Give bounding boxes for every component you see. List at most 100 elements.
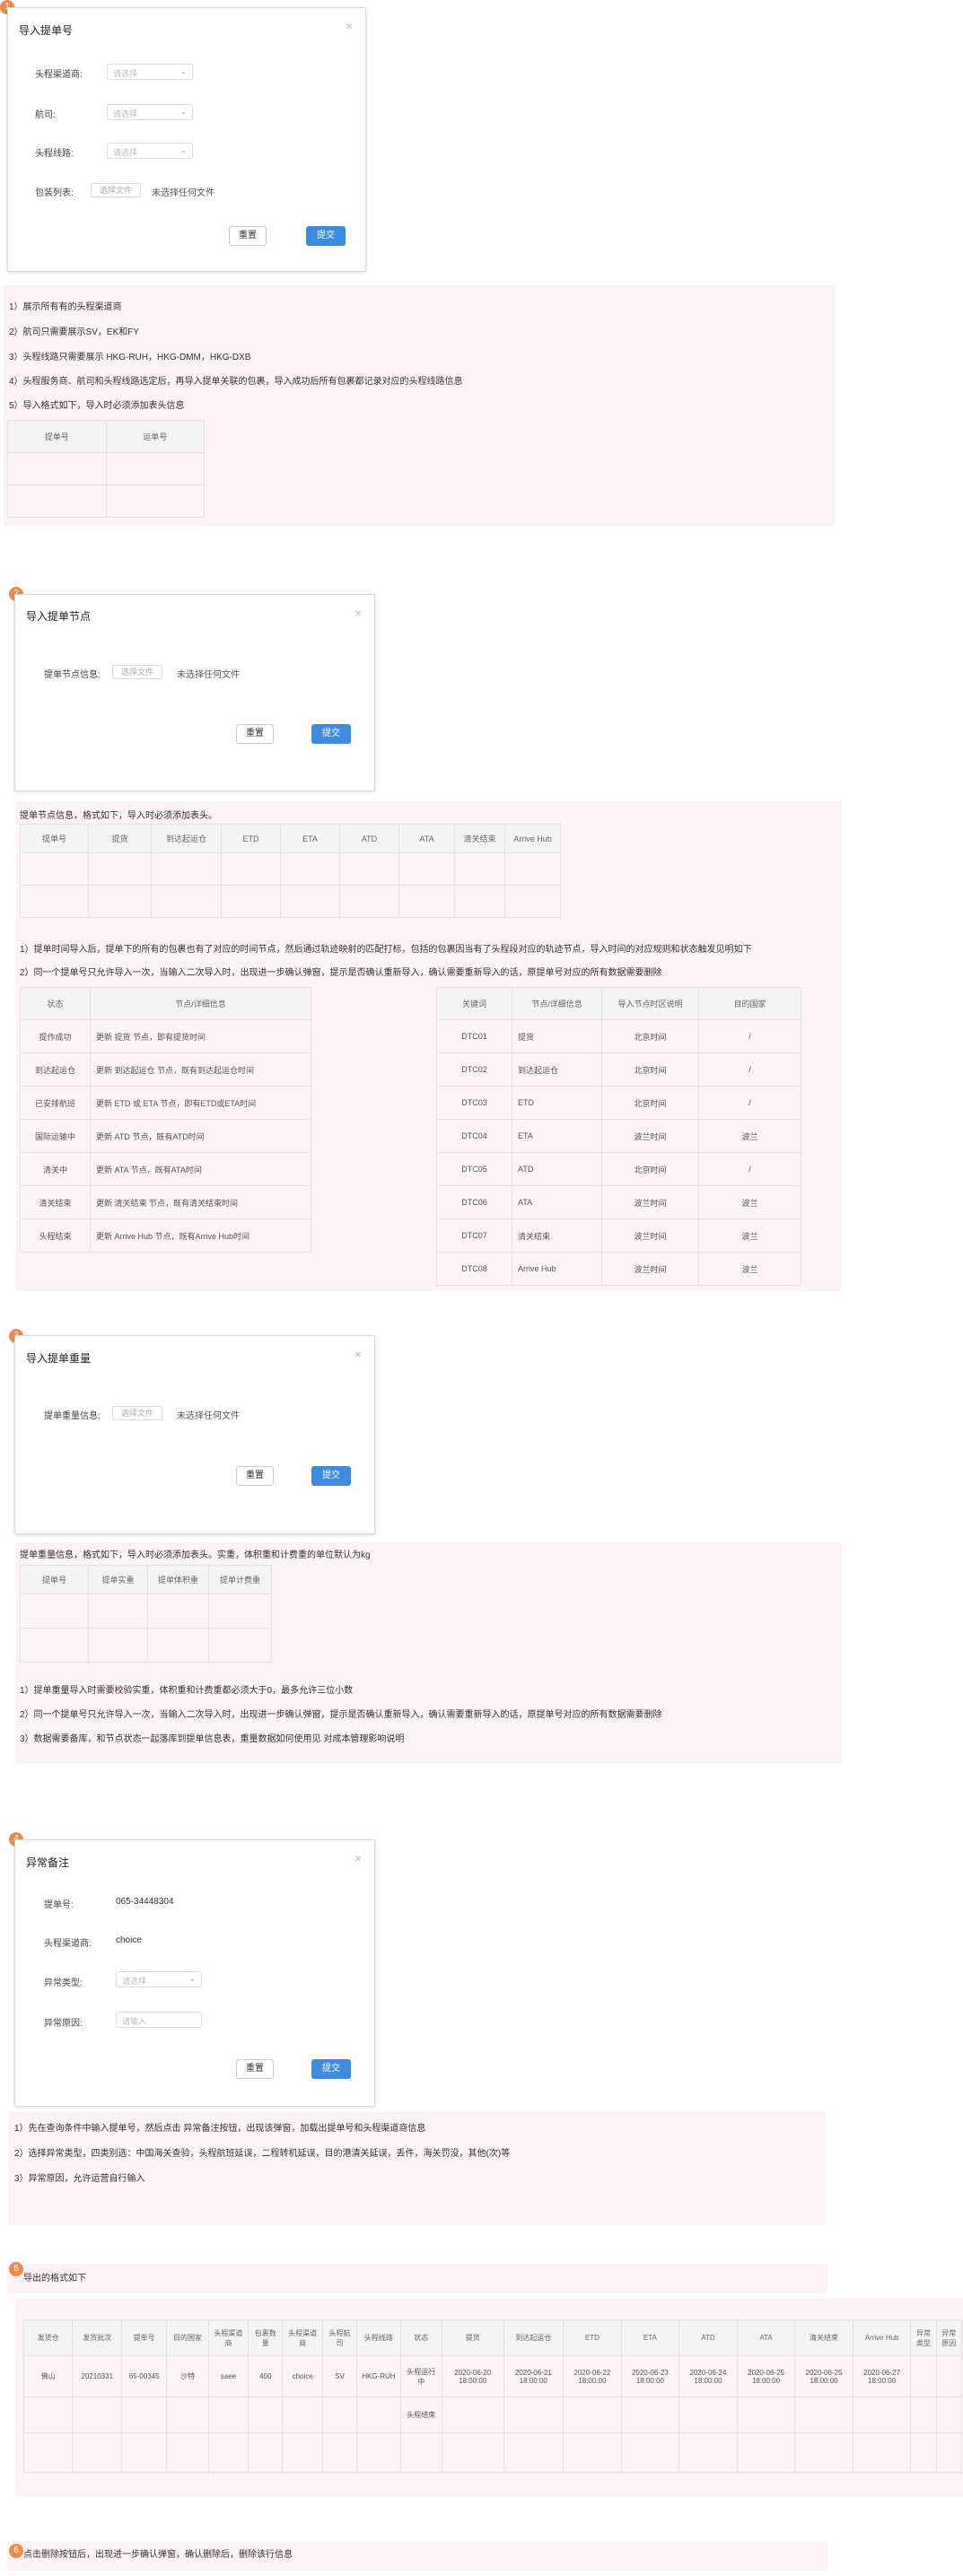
- table-header: ETD: [221, 824, 281, 853]
- table-cell: 2020-06-25 18:00:00: [794, 2355, 854, 2397]
- table-header: 到达起运仓: [503, 2319, 565, 2356]
- table-header: 提单号: [7, 420, 107, 453]
- table-cell: 头程运行中: [399, 2355, 442, 2397]
- table-cell: /: [698, 1152, 801, 1186]
- table-cell: 2020-06-20 18:00:00: [441, 2355, 504, 2397]
- table-cell: 2020-06-24 18:00:00: [678, 2355, 738, 2397]
- section-intro: 提单重量信息，格式如下，导入时必须添加表头。实重，体积重和计费重的单位默认为kg: [20, 1550, 371, 1560]
- dialog-title: 异常备注: [26, 1856, 70, 1869]
- table-cell: 头程结束: [20, 1218, 91, 1253]
- note: 3）头程线路只需要展示 HKG-RUH，HKG-DMM，HKG-DXB: [9, 353, 251, 362]
- file-status: 未选择任何文件: [177, 1411, 240, 1421]
- airline-select[interactable]: 请选择 ⌄: [107, 104, 193, 120]
- table-cell: 更新 Arrive Hub 节点，既有Arrive Hub时间: [90, 1218, 311, 1253]
- table-cell: 波兰: [698, 1185, 801, 1219]
- table-cell: Arrive Hub: [512, 1252, 602, 1286]
- table-cell: 2020-06-23 18:00:00: [620, 2355, 680, 2397]
- table-header: 状态: [399, 2319, 442, 2356]
- table-cell: 更新 ETD 或 ETA 节点，即有ETD或ETA时间: [90, 1086, 311, 1120]
- route-label: 头程线路:: [35, 149, 74, 159]
- table-cell: 更新 到达起运仓 节点，既有到达起运仓时间: [90, 1052, 311, 1087]
- table-cell: 北京时间: [601, 1152, 699, 1186]
- note: 2）航司只需要展示SV，EK和FY: [9, 327, 140, 337]
- table-header: ATD: [678, 2319, 738, 2356]
- table-cell: DTC01: [436, 1019, 512, 1053]
- choose-file-button[interactable]: 选择文件: [112, 1406, 162, 1420]
- table-cell: 已安排航班: [20, 1086, 91, 1120]
- table-header: Arrive Hub: [852, 2319, 912, 2356]
- close-icon[interactable]: ×: [355, 1851, 362, 1865]
- table-header: 目的国家: [698, 987, 801, 1020]
- status-mapping-table: 状态 节点/详细信息 提作成功 更新 提货 节点，即有提货时间 到达起运仓 更新 到达…: [20, 987, 311, 1253]
- table-cell: DTC05: [436, 1152, 512, 1186]
- choose-file-button[interactable]: 选择文件: [112, 665, 162, 679]
- table-header: 提单计费重: [208, 1565, 272, 1594]
- table-cell: choice: [282, 2355, 323, 2397]
- node-code-table: 关键词 节点/详细信息 导入节点时区说明 目的国家 DTC01 提货 北京时间 / D…: [436, 987, 801, 1286]
- table-header: 到达起运仓: [151, 824, 222, 853]
- table-header: 发货仓: [22, 2319, 74, 2356]
- table-cell: ATA: [512, 1185, 602, 1219]
- import-bill-dialog: 导入提单号 × 头程渠道商: 请选择 ⌄ 航司: 请选择 ⌄ 头程线路: 请选择 ⌄ …: [7, 7, 366, 272]
- exception-type-select[interactable]: 请选择 ⌄: [116, 1971, 202, 1987]
- reset-button[interactable]: 重置: [229, 226, 267, 246]
- table-header: 清关结束: [794, 2319, 854, 2356]
- table-cell: 2020-06-27 18:00:00: [852, 2355, 912, 2397]
- exception-reason-label: 异常原因:: [44, 2019, 83, 2029]
- table-cell: 更新 ATA 节点，既有ATA时间: [90, 1152, 311, 1186]
- weight-template-table: 提单号 提单实重 提单体积重 提单计费重: [20, 1565, 272, 1663]
- table-header: 提单号: [20, 824, 89, 853]
- table-cell: /: [698, 1052, 801, 1087]
- table-cell: 波兰时间: [601, 1218, 699, 1253]
- table-cell: 国际运输中: [20, 1119, 91, 1153]
- table-cell: SV: [321, 2355, 358, 2397]
- channel-value: choice: [116, 1935, 142, 1945]
- table-header: 头程线路: [356, 2319, 401, 2356]
- chevron-down-icon: ⌄: [179, 66, 187, 75]
- route-select[interactable]: 请选择 ⌄: [107, 143, 193, 159]
- table-cell: 到达起运仓: [20, 1052, 91, 1087]
- table-cell: 更新 ATD 节点，既有ATD时间: [90, 1119, 311, 1153]
- channel-select[interactable]: 请选择 ⌄: [107, 64, 193, 80]
- table-header: 提单号: [120, 2319, 168, 2356]
- submit-button[interactable]: 提交: [311, 724, 351, 744]
- table-header: ETD: [563, 2319, 622, 2356]
- table-cell: saee: [207, 2355, 250, 2397]
- table-cell: ETA: [512, 1119, 602, 1153]
- note: 2）选择异常类型，四类别选：中国海关查验，头程航班延误，二程转机延误，目的港清关…: [14, 2149, 511, 2159]
- submit-button[interactable]: 提交: [311, 2059, 351, 2079]
- table-header: 头程渠道商: [282, 2319, 323, 2356]
- table-row: 佛山 20210331 65-00345 沙特 saee 400 choice …: [22, 2355, 963, 2397]
- close-icon[interactable]: ×: [355, 1347, 362, 1361]
- table-header: 提货: [441, 2319, 504, 2356]
- table-cell: 清关结束: [20, 1185, 91, 1219]
- table-header: ATA: [736, 2319, 796, 2356]
- export-table: 发货仓 发货批次 提单号 目的国家 头程渠道商 包裹数量 头程渠道商 头程航司 …: [22, 2319, 963, 2473]
- table-cell: DTC07: [436, 1218, 512, 1253]
- note: 1）提单重量导入时需要校验实重，体积重和计费重都必须大于0，最多允许三位小数: [20, 1686, 354, 1696]
- reset-button[interactable]: 重置: [236, 724, 274, 744]
- close-icon[interactable]: ×: [355, 606, 362, 620]
- note: 1）先在查询条件中输入提单号，然后点击 异常备注按钮，出现该弹窗，加载出提单号和…: [14, 2124, 426, 2134]
- channel-label: 头程渠道商:: [44, 1939, 92, 1949]
- table-cell: DTC03: [436, 1086, 512, 1120]
- submit-button[interactable]: 提交: [306, 226, 346, 246]
- close-icon[interactable]: ×: [346, 19, 353, 33]
- table-header: 目的国家: [166, 2319, 209, 2356]
- reset-button[interactable]: 重置: [236, 1466, 274, 1486]
- note: 1）提单时间导入后，提单下的所有的包裹也有了对应的时间节点，然后通过轨迹映射的匹…: [20, 945, 752, 955]
- table-cell: 北京时间: [601, 1052, 699, 1087]
- choose-file-button[interactable]: 选择文件: [91, 183, 141, 197]
- file-status: 未选择任何文件: [152, 188, 214, 198]
- bill-no-link[interactable]: 65-00345: [120, 2355, 168, 2397]
- table-cell: 提作成功: [20, 1019, 91, 1053]
- table-cell: 更新 提货 节点，即有提货时间: [90, 1019, 311, 1053]
- table-header: 状态: [20, 987, 91, 1020]
- table-cell: 波兰: [698, 1252, 801, 1286]
- table-header: 提货: [88, 824, 152, 853]
- table-cell: 波兰时间: [601, 1185, 699, 1219]
- table-cell: 沙特: [166, 2355, 209, 2397]
- reset-button[interactable]: 重置: [236, 2059, 274, 2079]
- submit-button[interactable]: 提交: [311, 1466, 351, 1486]
- exception-reason-input[interactable]: 请输入: [116, 2012, 202, 2028]
